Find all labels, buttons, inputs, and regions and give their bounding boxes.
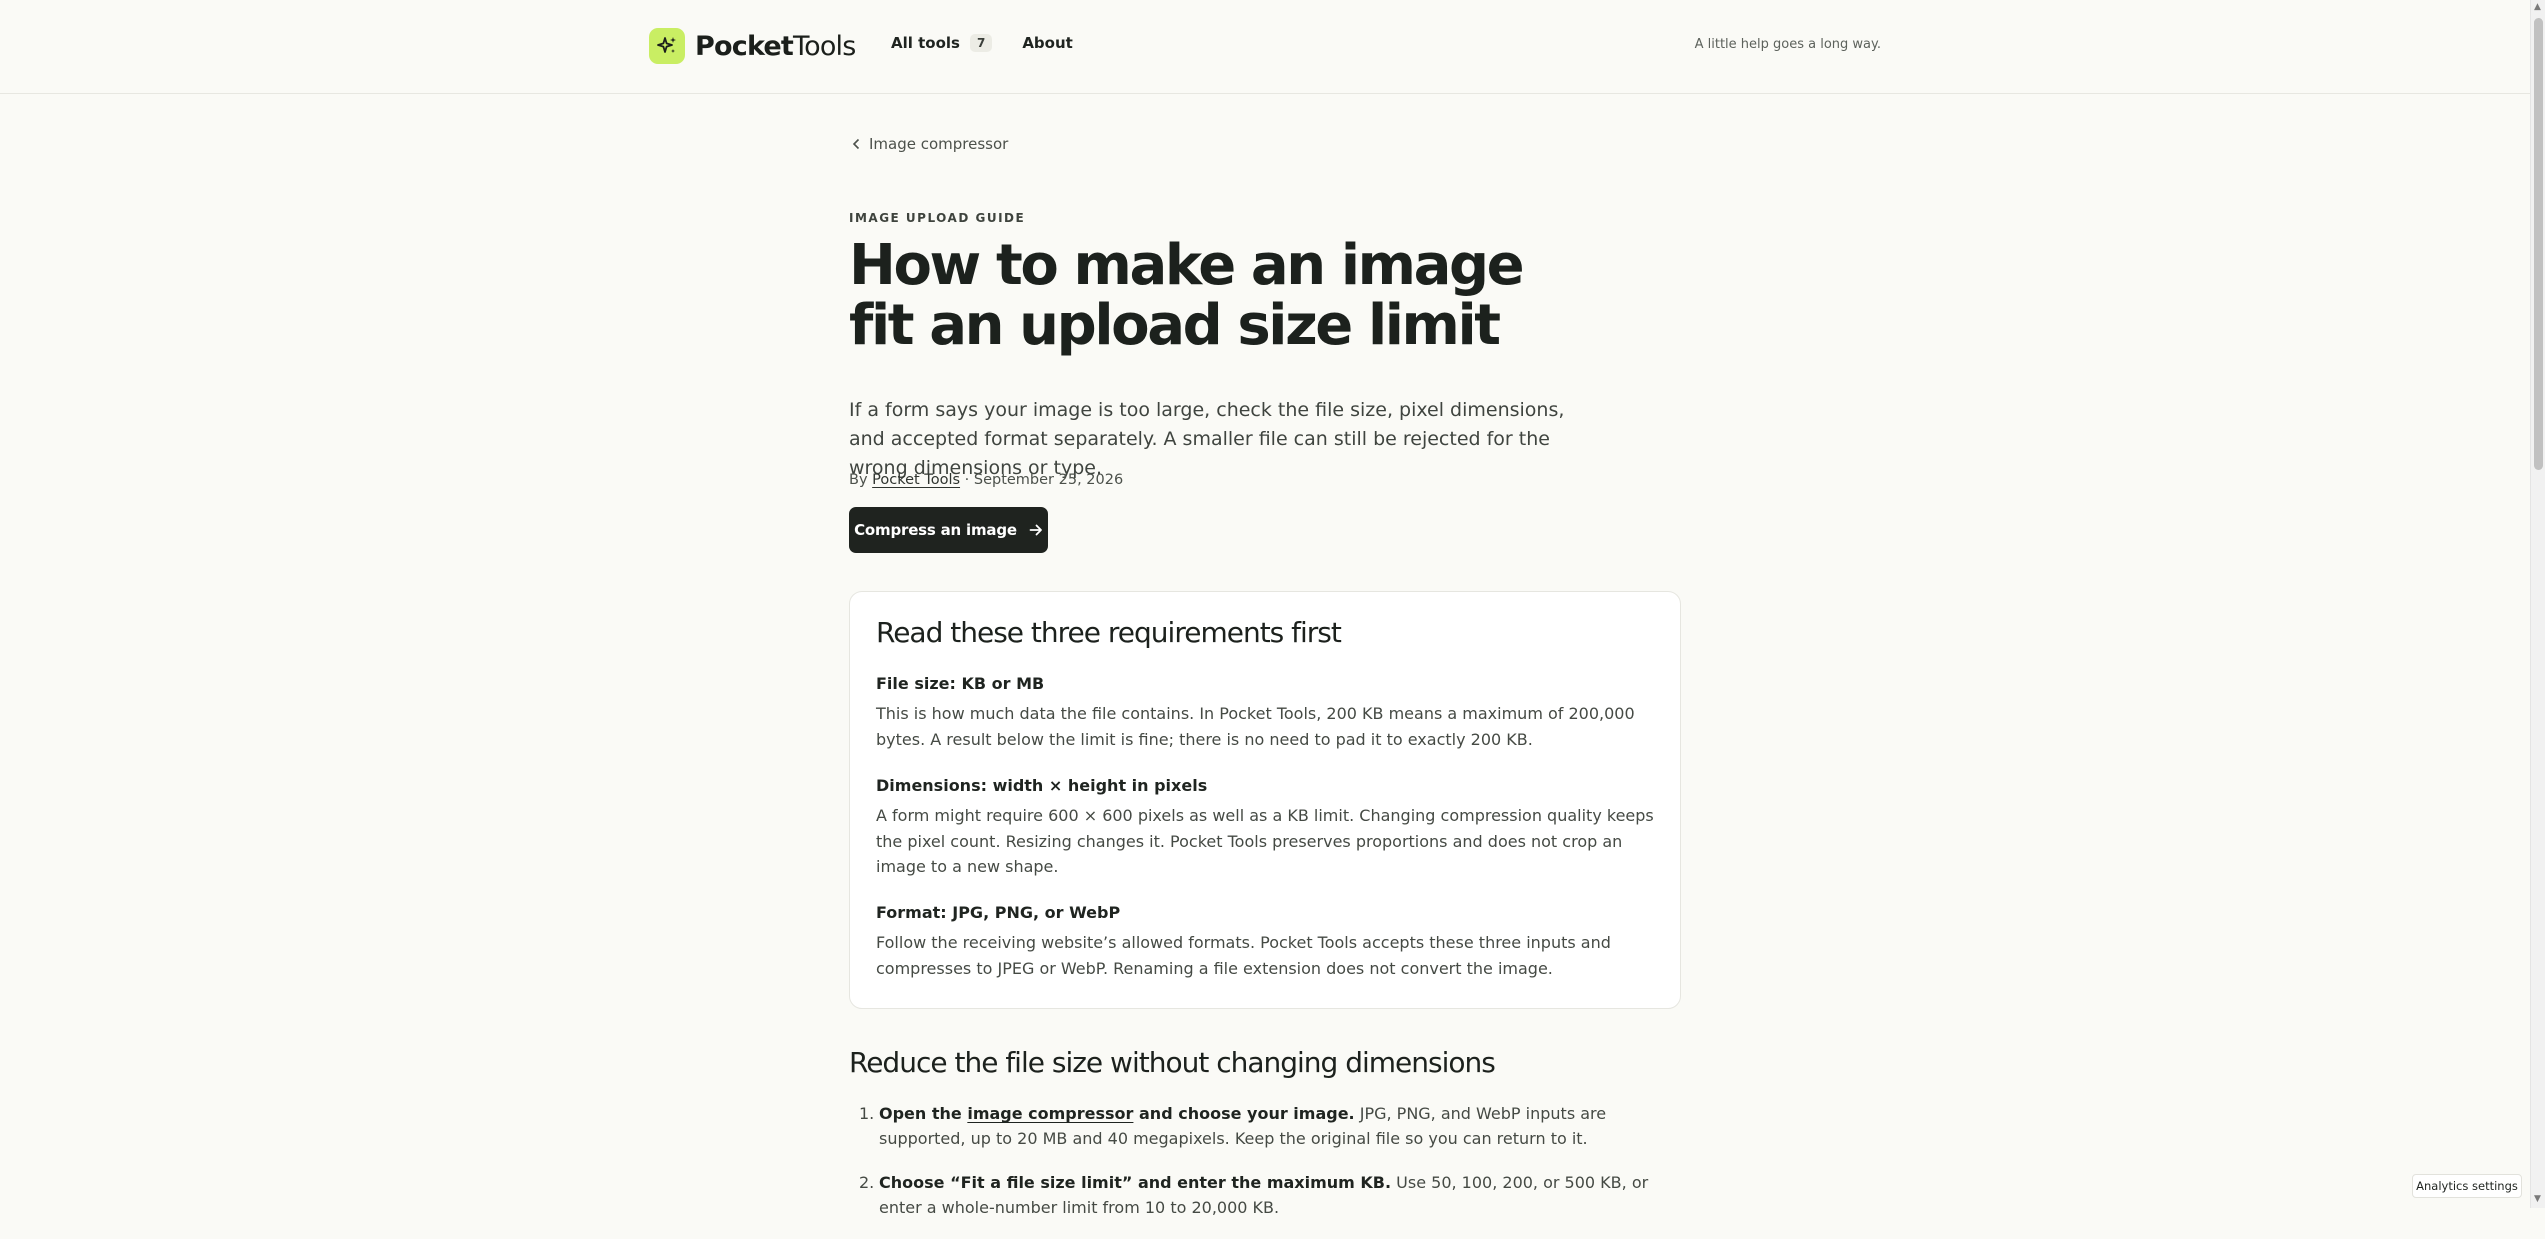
cta-label: Compress an image <box>854 521 1017 539</box>
page-title: How to make an image fit an upload size … <box>849 233 1525 358</box>
steps-list: 1. Open the image compressor and choose … <box>859 1101 1679 1239</box>
step-bold: Open the <box>879 1104 968 1123</box>
back-link-label: Image compressor <box>869 135 1009 153</box>
section-title: Reduce the file size without changing di… <box>849 1046 1496 1079</box>
sparkle-icon <box>649 28 685 64</box>
step-bold-post: and choose your image. <box>1133 1104 1355 1123</box>
eyebrow: IMAGE UPLOAD GUIDE <box>849 211 1026 225</box>
requirement-text: This is how much data the file contains.… <box>876 704 1635 749</box>
requirement-dimensions: Dimensions: width × height in pixels A f… <box>876 776 1656 880</box>
requirement-heading: File size: KB or MB <box>876 674 1045 693</box>
logo-text: PocketTools <box>695 30 856 62</box>
requirement-heading: Format: JPG, PNG, or WebP <box>876 903 1121 922</box>
list-item: 1. Open the image compressor and choose … <box>859 1101 1679 1151</box>
lede: If a form says your image is too large, … <box>849 399 1565 479</box>
requirements-card: Read these three requirements first File… <box>849 591 1681 1009</box>
analytics-settings-button[interactable]: Analytics settings <box>2412 1174 2522 1198</box>
site-header: PocketTools All tools 7 About A little h… <box>0 0 2530 94</box>
byline-prefix: By <box>849 472 868 488</box>
main-nav: All tools 7 About <box>891 34 1073 52</box>
publish-date: · September 25, 2026 <box>964 472 1124 488</box>
nav-all-tools[interactable]: All tools 7 <box>891 34 993 52</box>
requirement-format: Format: JPG, PNG, or WebP Follow the rec… <box>876 903 1656 981</box>
arrow-right-icon <box>1029 524 1042 536</box>
nav-all-tools-label: All tools <box>891 34 960 52</box>
requirement-file-size: File size: KB or MB This is how much dat… <box>876 674 1656 752</box>
image-compressor-link[interactable]: image compressor <box>967 1104 1133 1123</box>
tagline: A little help goes a long way. <box>1694 37 1881 52</box>
scroll-down-icon[interactable]: ▼ <box>2534 1194 2541 1204</box>
list-item: 2. Choose “Fit a file size limit” and en… <box>859 1170 1679 1220</box>
tools-count-badge: 7 <box>969 34 993 52</box>
chevron-left-icon <box>852 138 860 150</box>
scroll-thumb[interactable] <box>2534 18 2543 470</box>
requirement-heading: Dimensions: width × height in pixels <box>876 776 1208 795</box>
requirements-title: Read these three requirements first <box>876 616 1342 649</box>
step-number: 1. <box>859 1104 875 1123</box>
author-link[interactable]: Pocket Tools <box>872 472 960 488</box>
back-link[interactable]: Image compressor <box>852 135 1008 153</box>
requirement-text: A form might require 600 × 600 pixels as… <box>876 806 1654 876</box>
step-number: 2. <box>859 1173 875 1192</box>
scroll-up-icon[interactable]: ▲ <box>2534 2 2541 12</box>
byline: By Pocket Tools · September 25, 2026 <box>849 472 1123 488</box>
logo[interactable]: PocketTools <box>649 28 856 64</box>
compress-image-button[interactable]: Compress an image <box>849 507 1048 553</box>
scrollbar[interactable]: ▲ ▼ <box>2530 0 2545 1208</box>
step-bold: Choose “Fit a file size limit” and enter… <box>879 1173 1392 1192</box>
requirement-text: Follow the receiving website’s allowed f… <box>876 933 1611 978</box>
nav-about[interactable]: About <box>1022 34 1073 52</box>
